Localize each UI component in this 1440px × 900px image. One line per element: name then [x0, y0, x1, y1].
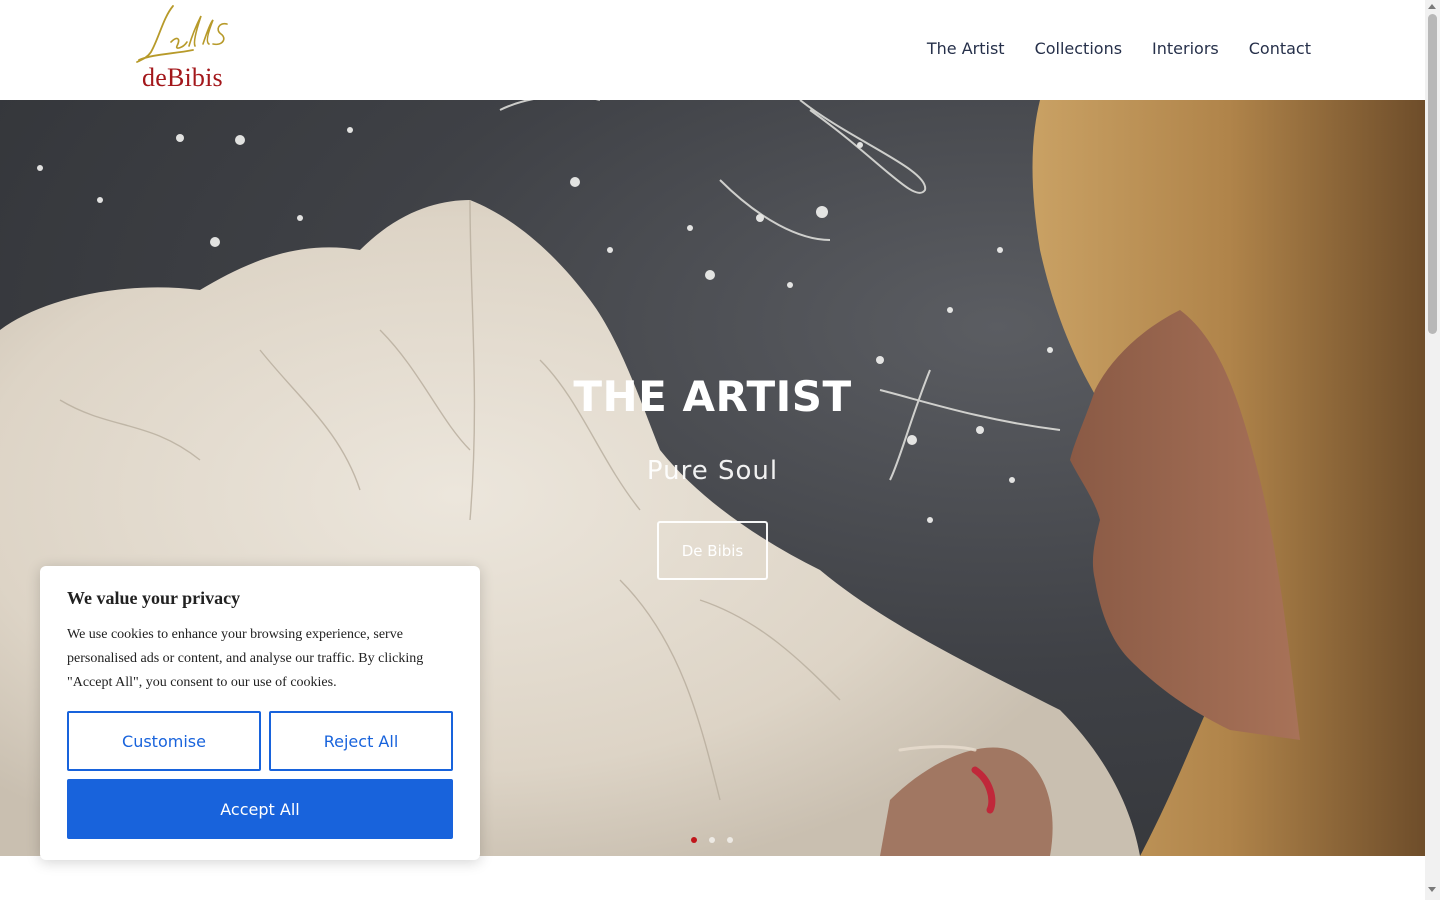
hero-title: THE ARTIST: [573, 372, 852, 421]
site-logo[interactable]: deBibis: [133, 2, 233, 94]
nav-item-interiors[interactable]: Interiors: [1152, 38, 1219, 60]
logo-signature: [136, 5, 228, 63]
slider-pagination: [691, 837, 733, 843]
page-scrollbar[interactable]: [1425, 0, 1440, 900]
scrollbar-thumb[interactable]: [1428, 14, 1437, 334]
cookie-banner-text: We use cookies to enhance your browsing …: [67, 627, 424, 690]
slider-dot-1[interactable]: [691, 837, 697, 843]
nav-item-the-artist[interactable]: The Artist: [927, 38, 1005, 60]
slider-dot-3[interactable]: [727, 837, 733, 843]
reject-all-button[interactable]: Reject All: [269, 711, 453, 771]
slider-dot-2[interactable]: [709, 837, 715, 843]
nav-item-collections[interactable]: Collections: [1035, 38, 1122, 60]
main-nav: The Artist Collections Interiors Contact: [927, 38, 1311, 60]
hero-cta-button[interactable]: De Bibis: [657, 521, 768, 580]
accept-all-button[interactable]: Accept All: [67, 779, 453, 839]
logo-text: deBibis: [142, 63, 223, 92]
cookie-banner-title: We value your privacy: [67, 588, 241, 608]
scroll-up-arrow-icon[interactable]: [1428, 4, 1436, 9]
hero-subtitle: Pure Soul: [646, 456, 779, 486]
customise-button[interactable]: Customise: [67, 711, 261, 771]
cookie-consent-banner: We value your privacy We use cookies to …: [40, 566, 480, 860]
scroll-down-arrow-icon[interactable]: [1428, 887, 1436, 892]
nav-item-contact[interactable]: Contact: [1249, 38, 1311, 60]
site-header: deBibis The Artist Collections Interiors…: [0, 0, 1425, 100]
